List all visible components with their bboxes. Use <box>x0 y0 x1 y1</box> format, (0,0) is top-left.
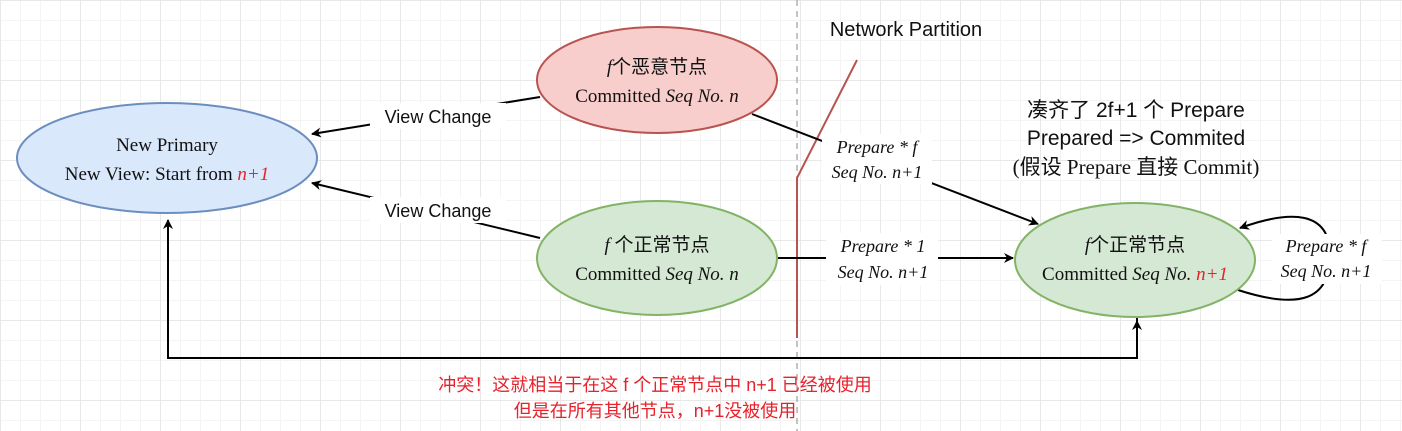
conflict-line2: 但是在所有其他节点，n+1没被使用 <box>514 401 797 421</box>
annotation-line2: Prepared => Commited <box>1027 127 1245 150</box>
diagram-canvas: New Primary New View: Start from n+1 f个恶… <box>16 0 1382 431</box>
svg-text:Committed Seq No. n: Committed Seq No. n <box>575 264 739 285</box>
node-new-primary-line1: New Primary <box>116 135 218 156</box>
label-view-change-bottom: View Change <box>385 201 492 221</box>
node-normal-right[interactable]: f个正常节点 Committed Seq No. n+1 <box>1014 202 1256 318</box>
node-normal-left-shape <box>536 200 778 316</box>
node-malicious-shape <box>536 26 778 134</box>
node-new-primary[interactable]: New Primary New View: Start from n+1 <box>16 102 318 214</box>
network-partition-label: Network Partition <box>830 19 982 41</box>
node-malicious-line1: 个恶意节点 <box>612 56 707 78</box>
node-new-primary-shape <box>16 102 318 214</box>
node-new-primary-line2-value: n+1 <box>237 164 269 185</box>
node-malicious-line2-seq: Seq No. n <box>665 86 738 107</box>
label-view-change-top: View Change <box>385 107 492 127</box>
annotation-line1: 凑齐了 2f+1 个 Prepare <box>1027 99 1245 122</box>
label-self-loop-line1: Prepare * f <box>1285 236 1370 256</box>
svg-text:Committed Seq No. n+1: Committed Seq No. n+1 <box>1042 264 1228 285</box>
svg-text:New View: Start from n+1: New View: Start from n+1 <box>65 164 269 185</box>
svg-text:New Primary: New Primary <box>116 135 218 156</box>
node-new-primary-line2-prefix: New View: Start from <box>65 164 238 185</box>
svg-text:f个正常节点: f个正常节点 <box>1085 234 1185 256</box>
node-normal-right-line2-value: n+1 <box>1196 264 1228 285</box>
label-self-loop-line2: Seq No. n+1 <box>1281 261 1372 281</box>
node-normal-right-line2-prefix: Committed <box>1042 264 1132 285</box>
node-normal-right-line2-seq: Seq No. <box>1132 264 1196 285</box>
label-prepare-f-line2: Seq No. n+1 <box>832 162 923 182</box>
node-normal-left-line2-seq: Seq No. n <box>665 264 738 285</box>
label-prepare-1-line2: Seq No. n+1 <box>838 262 929 282</box>
label-prepare-1-line1: Prepare * 1 <box>840 236 926 256</box>
conflict-line1: 冲突！这就相当于在这 f 个正常节点中 n+1 已经被使用 <box>438 375 872 395</box>
node-normal-right-line1: 个正常节点 <box>1090 234 1185 256</box>
node-normal-left-line1: 个正常节点 <box>610 234 710 256</box>
svg-text:f 个正常节点: f 个正常节点 <box>604 234 709 256</box>
node-normal-right-shape <box>1014 202 1256 318</box>
annotation-line3: (假设 Prepare 直接 Commit) <box>1013 155 1260 179</box>
network-partition-line <box>796 59 858 338</box>
node-malicious[interactable]: f个恶意节点 Committed Seq No. n <box>536 26 778 134</box>
node-normal-left[interactable]: f 个正常节点 Committed Seq No. n <box>536 200 778 316</box>
svg-text:f个恶意节点: f个恶意节点 <box>607 56 707 78</box>
node-malicious-line2-prefix: Committed <box>575 86 665 107</box>
svg-text:Committed Seq No. n: Committed Seq No. n <box>575 86 739 107</box>
node-normal-left-line2-prefix: Committed <box>575 264 665 285</box>
label-prepare-f-line1: Prepare * f <box>836 137 921 157</box>
